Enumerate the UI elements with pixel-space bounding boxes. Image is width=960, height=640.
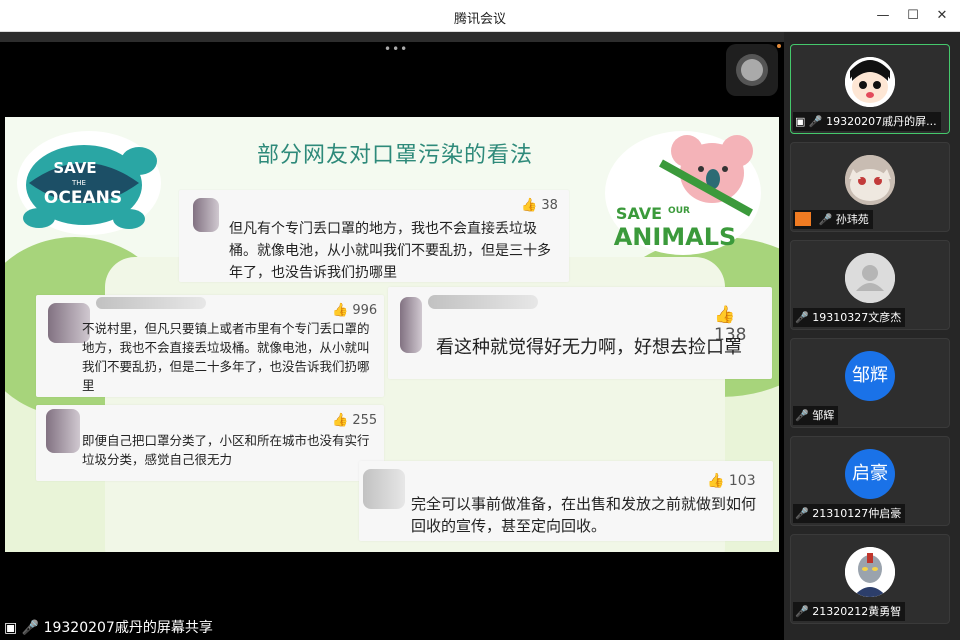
comment-text: 即便自己把口罩分类了，小区和所在城市也没有实行垃圾分类，感觉自己很无力 [82, 433, 370, 467]
svg-text:ANIMALS: ANIMALS [614, 223, 737, 251]
participant-name: 邹辉 [812, 409, 835, 422]
blurred-username [96, 297, 206, 309]
screen-share-icon: ▣ [4, 620, 18, 636]
participant-tile[interactable]: ▣ 🎤 19320207戚丹的屏... [790, 44, 950, 134]
blurred-avatar [400, 297, 422, 353]
mic-off-icon: 🎤 [795, 311, 809, 324]
participant-sidebar[interactable]: ▣ 🎤 19320207戚丹的屏... 🎤 孙玮苑 🎤 19310327文彦杰 … [784, 32, 960, 640]
participant-tile[interactable]: 🎤 21320212黄勇智 [790, 534, 950, 624]
participant-name: 19320207戚丹的屏... [826, 115, 937, 128]
svg-text:SAVE: SAVE [53, 159, 96, 177]
slide-title: 部分网友对口罩污染的看法 [256, 143, 533, 168]
participant-name: 孙玮苑 [835, 213, 869, 226]
window-title: 腾讯会议 [453, 12, 506, 27]
close-icon[interactable]: ✕ [931, 6, 953, 26]
participant-tile[interactable]: 启豪 🎤 21310127仲启豪 [790, 436, 950, 526]
like-count: 255 [352, 413, 378, 428]
avatar: 启豪 [845, 449, 895, 499]
blurred-avatar [363, 469, 405, 509]
thumbs-up-icon: 👍 [332, 413, 349, 428]
thumbs-up-icon: 👍 [707, 473, 725, 489]
host-badge-icon [795, 212, 811, 226]
like-count: 103 [728, 473, 756, 489]
avatar [845, 57, 895, 107]
avatar: 邹辉 [845, 351, 895, 401]
comment-card: 👍 138 看这种就觉得好无力啊，好想去捡口罩 [388, 287, 772, 379]
blurred-avatar [46, 409, 80, 453]
screen-share-label: ▣ 🎤 19320207戚丹的屏幕共享 [0, 616, 219, 640]
svg-text:OCEANS: OCEANS [44, 188, 122, 208]
stage-top-strip [0, 32, 784, 42]
comment-text: 看这种就觉得好无力啊，好想去捡口罩 [436, 337, 742, 358]
avatar [845, 155, 895, 205]
blurred-avatar [193, 198, 219, 232]
participant-tile[interactable]: 邹辉 🎤 邹辉 [790, 338, 950, 428]
thumbs-up-icon: 👍 [714, 305, 736, 325]
avatar [845, 547, 895, 597]
record-button[interactable] [726, 44, 778, 96]
comment-card: 👍 103 完全可以事前做准备，在出售和发放之前就做到如何回收的宣传，甚至定向回… [359, 461, 773, 541]
comment-text: 不说村里，但凡只要镇上或者市里有个专门丢口罩的地方，我也不会直接丢垃圾桶。就像电… [82, 321, 370, 393]
mic-icon: 🎤 [808, 115, 823, 128]
screen-share-icon: ▣ [795, 115, 806, 128]
cartoon-avatar-icon [845, 57, 895, 107]
maximize-icon[interactable]: ☐ [902, 6, 924, 26]
presentation-slide: 部分网友对口罩污染的看法 SAVE THE OCEANS SAVE OUR AN… [5, 117, 779, 552]
save-the-oceans-sticker: SAVE THE OCEANS [17, 131, 161, 235]
cat-avatar-icon [845, 155, 895, 205]
svg-text:OUR: OUR [668, 206, 690, 216]
thumbs-up-icon: 👍 [521, 198, 538, 213]
like-count: 996 [352, 303, 378, 318]
comment-card: 👍 38 但凡有个专门丢口罩的地方，我也不会直接丢垃圾桶。就像电池，从小就叫我们… [179, 190, 569, 282]
record-dot-icon [741, 59, 763, 81]
more-options-icon[interactable]: ••• [384, 42, 408, 56]
mic-off-icon: 🎤 [818, 213, 833, 226]
like-count: 38 [541, 198, 558, 213]
svg-text:SAVE: SAVE [616, 204, 662, 223]
status-dot-icon [777, 44, 781, 48]
mic-off-icon: 🎤 [795, 507, 809, 520]
mic-icon: 🎤 [21, 620, 40, 636]
comment-card: 👍 996 不说村里，但凡只要镇上或者市里有个专门丢口罩的地方，我也不会直接丢垃… [36, 295, 384, 397]
svg-text:THE: THE [71, 179, 86, 187]
blurred-username [428, 295, 538, 309]
mic-off-icon: 🎤 [795, 605, 809, 618]
comment-text: 完全可以事前做准备，在出售和发放之前就做到如何回收的宣传，甚至定向回收。 [411, 495, 757, 535]
participant-name: 21310127仲启豪 [812, 507, 902, 520]
minimize-icon[interactable]: — [872, 6, 894, 26]
comment-text: 但凡有个专门丢口罩的地方，我也不会直接丢垃圾桶。就像电池，从小就叫我们不要乱扔，… [229, 221, 551, 281]
participant-name: 21320212黄勇智 [812, 605, 902, 618]
save-our-animals-sticker: SAVE OUR ANIMALS [605, 131, 761, 255]
default-user-icon [845, 253, 895, 303]
title-bar: 腾讯会议 — ☐ ✕ [0, 0, 960, 32]
comment-card: 👍 255 即便自己把口罩分类了，小区和所在城市也没有实行垃圾分类，感觉自己很无… [36, 405, 384, 481]
participant-tile[interactable]: 🎤 19310327文彦杰 [790, 240, 950, 330]
participant-name: 19310327文彦杰 [812, 311, 902, 324]
avatar [845, 253, 895, 303]
participant-tile[interactable]: 🎤 孙玮苑 [790, 142, 950, 232]
thumbs-up-icon: 👍 [332, 303, 349, 318]
mic-off-icon: 🎤 [795, 409, 809, 422]
hero-avatar-icon [845, 547, 895, 597]
